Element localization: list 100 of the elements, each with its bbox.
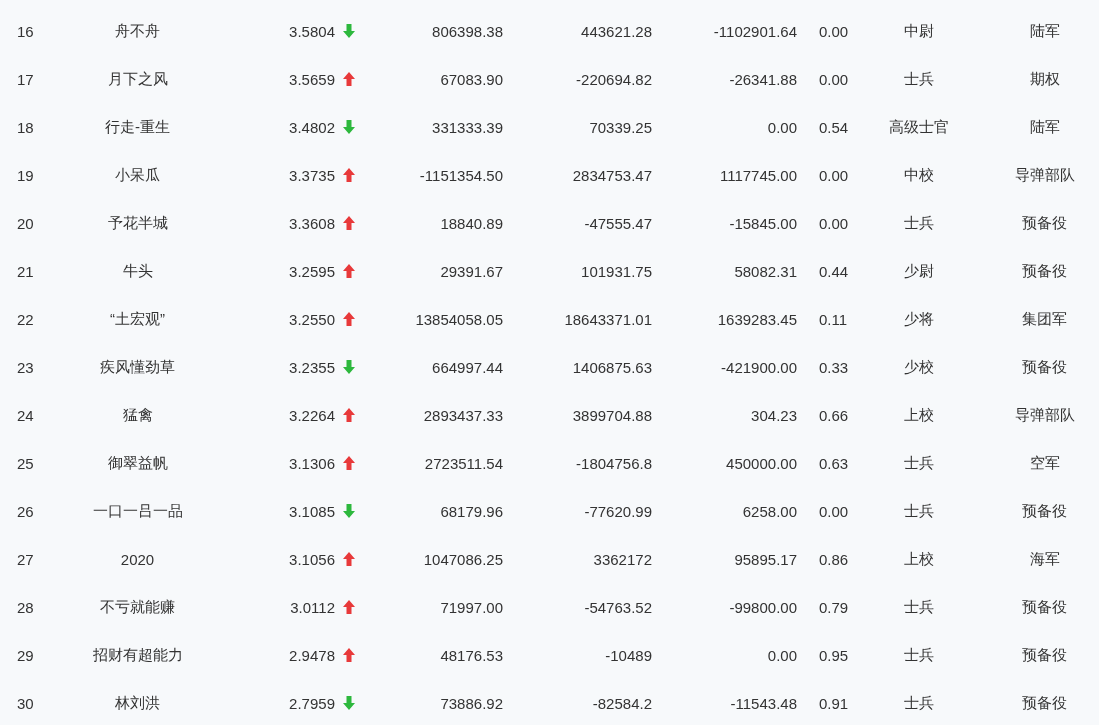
table-cell: 3362172 [593,550,652,568]
table-cell: 95895.17 [734,550,797,568]
rank-cell: 25 [17,454,34,472]
name-cell: 舟不舟 [115,21,160,41]
table-cell: 70339.25 [589,118,652,136]
rank-cell: 20 [17,214,34,232]
score-cell: 3.1085 [289,502,335,520]
score-cell: 3.3735 [289,166,335,184]
table-cell: 48176.53 [440,646,503,664]
name-cell: 2020 [120,550,155,568]
rank-title-cell: 上校 [904,405,934,425]
table-cell: 71997.00 [440,598,503,616]
branch-cell: 预备役 [1022,597,1067,617]
rank-cell: 26 [17,502,34,520]
score-cell: 3.2550 [289,310,335,328]
table-cell: 2723511.54 [424,454,503,472]
rank-cell: 18 [17,118,34,136]
rank-title-cell: 少校 [904,357,934,377]
table-cell: 1117745.00 [719,166,797,184]
table-cell: 0.66 [819,406,849,424]
branch-cell: 预备役 [1022,693,1067,713]
rank-title-cell: 士兵 [904,597,934,617]
up-arrow-icon [342,456,355,470]
name-cell: 御翠益帆 [107,453,168,473]
table-cell: 0.00 [819,214,849,232]
name-cell: 行走-重生 [105,117,170,137]
table-cell: 18643371.01 [564,310,652,328]
table-cell: 1406875.63 [572,358,652,376]
table-cell: 101931.75 [581,262,652,280]
branch-cell: 预备役 [1022,357,1067,377]
branch-cell: 陆军 [1029,21,1060,41]
rank-title-cell: 上校 [904,549,934,569]
name-cell: “土宏观” [110,309,165,329]
table-cell: 0.79 [819,598,849,616]
up-arrow-icon [342,648,355,662]
up-arrow-icon [342,216,355,230]
table-cell: 0.44 [819,262,849,280]
name-cell: 月下之风 [107,69,168,89]
table-cell: 443621.28 [581,22,652,40]
rank-title-cell: 士兵 [904,693,934,713]
rank-title-cell: 士兵 [904,645,934,665]
branch-cell: 预备役 [1022,261,1067,281]
table-cell: 13854058.05 [415,310,503,328]
branch-cell: 期权 [1029,69,1060,89]
table-cell: 3899704.88 [572,406,652,424]
up-arrow-icon [342,552,355,566]
table-cell: -54763.52 [584,598,652,616]
up-arrow-icon [342,264,355,278]
table-cell: -1102901.64 [713,22,797,40]
rank-cell: 27 [17,550,34,568]
table-cell: 18840.89 [440,214,503,232]
rank-cell: 28 [17,598,34,616]
table-cell: 29391.67 [440,262,503,280]
table-cell: -421900.00 [721,358,797,376]
table-cell: -10489 [605,646,652,664]
table-cell: 304.23 [751,406,797,424]
rank-title-cell: 士兵 [904,501,934,521]
score-cell: 3.2595 [289,262,335,280]
down-arrow-icon [342,24,355,38]
score-cell: 2.7959 [289,694,335,712]
table-cell: 806398.38 [432,22,503,40]
branch-cell: 预备役 [1022,645,1067,665]
table-cell: -1804756.8 [576,454,652,472]
down-arrow-icon [342,504,355,518]
score-cell: 3.5804 [289,22,335,40]
table-cell: -1151354.50 [419,166,503,184]
table-cell: 0.00 [819,166,849,184]
score-cell: 3.1306 [289,454,335,472]
down-arrow-icon [342,696,355,710]
score-cell: 3.4802 [289,118,335,136]
score-cell: 3.1056 [289,550,335,568]
up-arrow-icon [342,312,355,326]
rank-title-cell: 士兵 [904,69,934,89]
table-cell: 1047086.25 [423,550,503,568]
score-cell: 2.9478 [289,646,335,664]
branch-cell: 空军 [1029,453,1060,473]
branch-cell: 预备役 [1022,213,1067,233]
table-cell: 664997.44 [432,358,503,376]
branch-cell: 预备役 [1022,501,1067,521]
branch-cell: 陆军 [1029,117,1060,137]
score-cell: 3.5659 [289,70,335,88]
table-cell: 0.00 [819,70,849,88]
score-cell: 3.2264 [289,406,335,424]
rank-title-cell: 士兵 [904,213,934,233]
table-cell: 0.54 [819,118,849,136]
name-cell: 林刘洪 [115,693,160,713]
up-arrow-icon [342,600,355,614]
name-cell: 小呆瓜 [115,165,160,185]
rank-cell: 30 [17,694,34,712]
table-cell: -77620.99 [584,502,652,520]
table-cell: 0.11 [819,310,848,328]
rank-cell: 19 [17,166,34,184]
table-cell: 67083.90 [440,70,503,88]
name-cell: 疾风懂劲草 [100,357,175,377]
table-cell: 2893437.33 [423,406,503,424]
rank-title-cell: 少将 [904,309,934,329]
name-cell: 不亏就能赚 [100,597,175,617]
table-cell: 0.86 [819,550,849,568]
table-cell: -11543.48 [730,694,797,712]
table-cell: 2834753.47 [572,166,652,184]
